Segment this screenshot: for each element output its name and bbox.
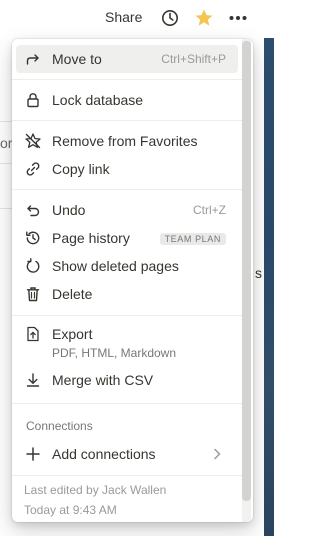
- restore-icon: [24, 257, 42, 275]
- menu-item-move-to[interactable]: Move to Ctrl+Shift+P: [16, 45, 238, 73]
- team-plan-badge: TEAM PLAN: [159, 233, 226, 245]
- menu-divider: [12, 79, 242, 80]
- menu-item-remove-from-favorites[interactable]: Remove from Favorites: [16, 127, 238, 155]
- menu-item-add-connections[interactable]: Add connections: [16, 440, 238, 468]
- keyboard-shortcut: Ctrl+Shift+P: [161, 52, 226, 66]
- more-icon[interactable]: [228, 8, 248, 28]
- menu-item-label: Show deleted pages: [52, 258, 179, 274]
- menu-item-label: Page history: [52, 230, 130, 246]
- export-icon: [24, 325, 42, 343]
- menu-item-show-deleted-pages[interactable]: Show deleted pages: [16, 252, 238, 280]
- background-divider: [0, 121, 12, 122]
- menu-item-lock-database[interactable]: Lock database: [16, 86, 238, 114]
- history-icon: [24, 229, 42, 247]
- star-icon[interactable]: [194, 8, 214, 28]
- clock-icon[interactable]: [160, 8, 180, 28]
- trash-icon: [24, 285, 42, 303]
- menu-item-export[interactable]: Export PDF, HTML, Markdown: [16, 320, 238, 362]
- chevron-right-icon: [210, 447, 224, 461]
- menu-item-label: Remove from Favorites: [52, 133, 198, 149]
- download-icon: [24, 371, 42, 389]
- menu-scrollbar-thumb[interactable]: [242, 41, 251, 501]
- background-divider: [0, 208, 12, 209]
- keyboard-shortcut: Ctrl+Z: [193, 203, 226, 217]
- arrow-turn-icon: [24, 50, 42, 68]
- menu-item-label: Copy link: [52, 161, 110, 177]
- undo-icon: [24, 201, 42, 219]
- menu-divider: [12, 120, 242, 121]
- background-divider: [0, 163, 12, 164]
- menu-item-delete[interactable]: Delete: [16, 280, 238, 308]
- menu-item-copy-link[interactable]: Copy link: [16, 155, 238, 183]
- star-slash-icon: [24, 132, 42, 150]
- menu-item-page-history[interactable]: Page history TEAM PLAN: [16, 224, 238, 252]
- menu-item-label: Export: [52, 326, 93, 342]
- share-button[interactable]: Share: [105, 9, 142, 25]
- menu-item-label: Lock database: [52, 92, 144, 108]
- menu-item-label: Add connections: [52, 446, 156, 462]
- export-formats: PDF, HTML, Markdown: [52, 346, 177, 360]
- menu-divider: [12, 475, 242, 476]
- plus-icon: [24, 445, 42, 463]
- menu-item-undo[interactable]: Undo Ctrl+Z: [16, 196, 238, 224]
- menu-item-merge-with-csv[interactable]: Merge with CSV: [16, 366, 238, 394]
- connections-section-label: Connections: [26, 419, 93, 433]
- background-text-fragment: or: [0, 135, 13, 151]
- last-edited-time: Today at 9:43 AM: [24, 503, 117, 517]
- background-image: [264, 38, 274, 536]
- lock-icon: [24, 91, 42, 109]
- link-icon: [24, 160, 42, 178]
- top-bar: Share: [0, 0, 274, 36]
- page-options-menu: Move to Ctrl+Shift+P Lock database Remov…: [12, 39, 253, 522]
- menu-divider: [12, 403, 242, 404]
- menu-item-label: Delete: [52, 286, 93, 302]
- menu-item-label: Move to: [52, 51, 102, 67]
- menu-item-label: Merge with CSV: [52, 372, 154, 388]
- menu-item-label: Undo: [52, 202, 86, 218]
- menu-divider: [12, 315, 242, 316]
- menu-divider: [12, 189, 242, 190]
- last-edited-by: Last edited by Jack Wallen: [24, 483, 167, 497]
- background-text-fragment: s: [255, 265, 262, 281]
